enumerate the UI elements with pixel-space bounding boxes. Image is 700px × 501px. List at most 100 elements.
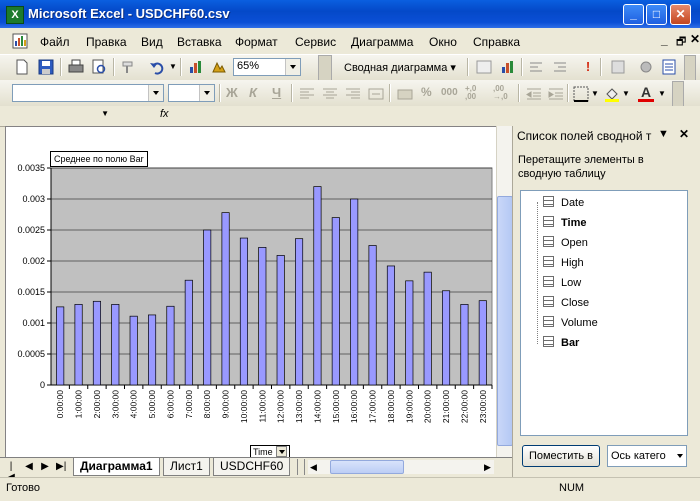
sheet-tab-list1[interactable]: Лист1 bbox=[163, 458, 210, 476]
x-tick-label: 5:00:00 bbox=[147, 390, 157, 419]
decrease-indent-icon[interactable] bbox=[526, 86, 542, 102]
merge-center-icon[interactable] bbox=[368, 86, 384, 102]
zoom-combo[interactable]: 65% bbox=[233, 58, 301, 76]
bar bbox=[368, 245, 377, 386]
italic-button[interactable]: К bbox=[249, 85, 257, 100]
sheet-tab-usdchf60[interactable]: USDCHF60 bbox=[213, 458, 291, 476]
toolbar-overflow-button[interactable] bbox=[684, 55, 696, 81]
x-tick-label: 23:00:00 bbox=[478, 390, 488, 423]
maximize-button[interactable]: □ bbox=[646, 4, 667, 25]
pivot-chart-menu[interactable]: Сводная диаграмма ▾ bbox=[344, 61, 456, 74]
field-item-volume[interactable]: Volume bbox=[543, 316, 598, 332]
currency-icon[interactable] bbox=[397, 86, 413, 102]
bar bbox=[184, 279, 193, 386]
chart-doc-icon[interactable] bbox=[12, 33, 28, 49]
chart-sheet[interactable]: 0 0.0005 0.001 0.0015 0.002 0.0025 0.003 0.0035… bbox=[5, 126, 498, 460]
field-settings-icon[interactable] bbox=[610, 59, 626, 75]
x-tick-label: 1:00:00 bbox=[74, 390, 84, 419]
chart-type-icon[interactable] bbox=[500, 59, 516, 75]
show-detail-icon[interactable] bbox=[552, 59, 568, 75]
menu-chart[interactable]: Диаграмма bbox=[351, 35, 413, 49]
print-preview-icon[interactable] bbox=[91, 59, 107, 75]
save-icon[interactable] bbox=[38, 59, 54, 75]
borders-dropdown-icon[interactable]: ▼ bbox=[591, 89, 599, 98]
field-item-date[interactable]: Date bbox=[543, 196, 584, 212]
align-right-icon[interactable] bbox=[345, 86, 361, 102]
menu-file[interactable]: Файл bbox=[40, 35, 70, 49]
place-to-button[interactable]: Поместить в bbox=[522, 445, 600, 467]
fill-color-icon[interactable] bbox=[604, 86, 620, 102]
name-box[interactable]: ▼ bbox=[3, 108, 111, 123]
format-report-icon[interactable] bbox=[476, 59, 492, 75]
menu-help[interactable]: Справка bbox=[473, 35, 520, 49]
menu-format[interactable]: Формат bbox=[235, 35, 278, 49]
font-color-dropdown-icon[interactable]: ▼ bbox=[658, 89, 666, 98]
field-icon bbox=[543, 236, 554, 247]
doc-restore-button[interactable]: 🗗 bbox=[676, 33, 686, 52]
toolbar2-overflow-button[interactable] bbox=[672, 81, 684, 107]
menu-edit[interactable]: Правка bbox=[86, 35, 127, 49]
y-tick-label: 0.002 bbox=[22, 256, 45, 266]
fill-color-dropdown-icon[interactable]: ▼ bbox=[622, 89, 630, 98]
menu-view[interactable]: Вид bbox=[141, 35, 163, 49]
increase-indent-icon[interactable] bbox=[548, 86, 564, 102]
data-field-button[interactable]: Среднее по полю Bar bbox=[50, 151, 148, 167]
scroll-right-icon[interactable]: ▶ bbox=[484, 462, 491, 473]
refresh-data-icon[interactable]: ! bbox=[580, 59, 596, 75]
sheet-tab-chart1[interactable]: Диаграмма1 bbox=[73, 458, 160, 476]
decrease-decimal-button[interactable]: ,00 →,0 bbox=[493, 85, 515, 101]
hide-detail-icon[interactable] bbox=[528, 59, 544, 75]
next-sheet-button[interactable]: ▶ bbox=[40, 461, 50, 472]
menu-tools[interactable]: Сервис bbox=[295, 35, 336, 49]
field-list-icon[interactable] bbox=[661, 59, 677, 75]
thousands-button[interactable]: 000 bbox=[441, 87, 458, 98]
bold-button[interactable]: Ж bbox=[226, 85, 238, 100]
menu-insert[interactable]: Вставка bbox=[177, 35, 222, 49]
field-item-open[interactable]: Open bbox=[543, 236, 588, 252]
font-size-combo[interactable] bbox=[168, 84, 215, 102]
toolbar-options-button[interactable] bbox=[318, 55, 332, 81]
field-item-high[interactable]: High bbox=[543, 256, 584, 272]
doc-close-button[interactable]: ✕ bbox=[690, 32, 700, 46]
font-color-icon[interactable]: A bbox=[638, 84, 654, 102]
undo-dropdown-icon[interactable]: ▼ bbox=[169, 62, 177, 71]
align-left-icon[interactable] bbox=[299, 86, 315, 102]
increase-decimal-button[interactable]: +,0 ,00 bbox=[465, 85, 487, 101]
bar-chart[interactable]: 0 0.0005 0.001 0.0015 0.002 0.0025 0.003 0.0035… bbox=[6, 127, 497, 458]
percent-button[interactable]: % bbox=[421, 85, 432, 99]
excel-icon[interactable]: X bbox=[6, 6, 24, 24]
drawing-icon[interactable] bbox=[211, 59, 227, 75]
chevron-down-icon[interactable] bbox=[275, 446, 287, 457]
bar bbox=[56, 306, 65, 386]
pane-menu-icon[interactable]: ▼ bbox=[658, 128, 669, 140]
underline-button[interactable]: Ч bbox=[272, 85, 281, 100]
vertical-scroll-thumb[interactable] bbox=[497, 196, 513, 446]
borders-icon[interactable] bbox=[573, 86, 589, 102]
doc-minimize-button[interactable]: _ bbox=[661, 33, 668, 47]
bar bbox=[386, 265, 395, 386]
pane-close-icon[interactable]: ✕ bbox=[679, 127, 689, 141]
pivot-options-icon[interactable] bbox=[638, 59, 654, 75]
minimize-button[interactable]: _ bbox=[623, 4, 644, 25]
print-icon[interactable] bbox=[68, 59, 84, 75]
format-painter-icon[interactable] bbox=[120, 59, 136, 75]
horizontal-scroll-thumb[interactable] bbox=[330, 460, 404, 474]
field-item-close[interactable]: Close bbox=[543, 296, 589, 312]
font-name-combo[interactable] bbox=[12, 84, 164, 102]
tab-split-handle[interactable] bbox=[297, 459, 305, 475]
y-tick-label: 0.0025 bbox=[17, 225, 45, 235]
undo-icon[interactable] bbox=[149, 59, 165, 75]
menu-window[interactable]: Окно bbox=[429, 35, 457, 49]
field-item-bar[interactable]: Bar bbox=[543, 336, 579, 352]
new-icon[interactable] bbox=[14, 59, 30, 75]
fx-icon[interactable]: fx bbox=[160, 108, 169, 120]
last-sheet-button[interactable]: ▶| bbox=[56, 461, 66, 472]
field-item-low[interactable]: Low bbox=[543, 276, 581, 292]
scroll-left-icon[interactable]: ◀ bbox=[310, 462, 317, 473]
close-button[interactable]: ✕ bbox=[670, 4, 691, 25]
area-select[interactable]: Ось катего bbox=[607, 445, 687, 467]
field-item-time[interactable]: Time bbox=[543, 216, 586, 232]
prev-sheet-button[interactable]: ◀ bbox=[24, 461, 34, 472]
align-center-icon[interactable] bbox=[322, 86, 338, 102]
chart-wizard-icon[interactable] bbox=[188, 59, 204, 75]
